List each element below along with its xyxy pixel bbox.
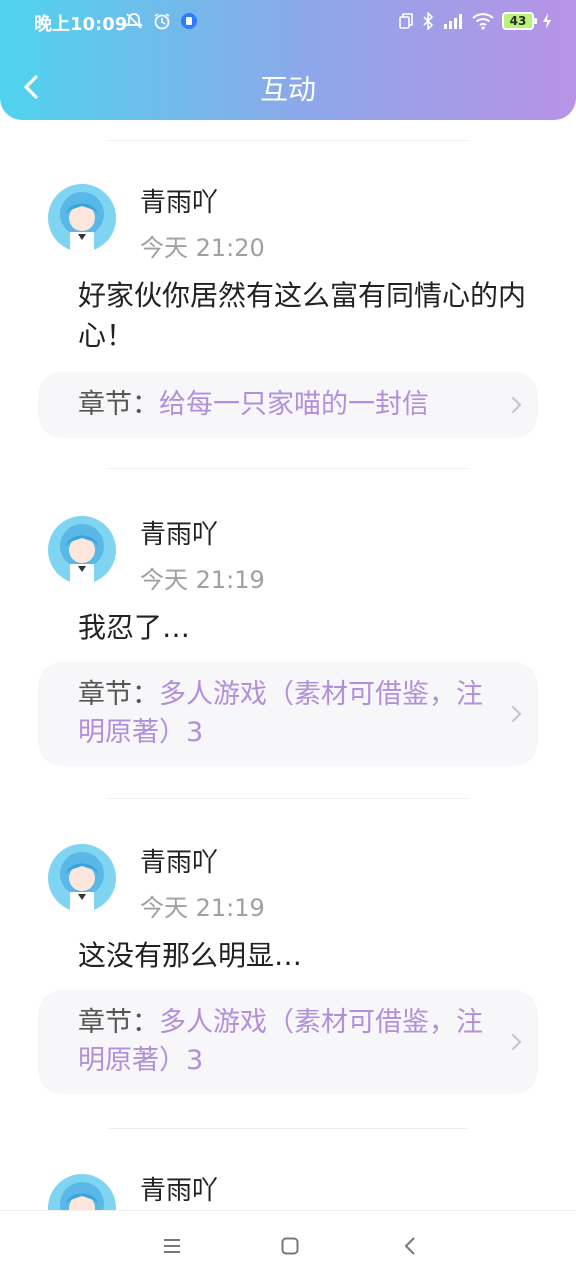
back-nav-button[interactable] bbox=[390, 1231, 430, 1261]
timestamp: 今天 21:19 bbox=[140, 566, 265, 594]
chevron-right-icon bbox=[511, 1033, 522, 1051]
avatar[interactable] bbox=[48, 1174, 116, 1210]
list-item: 青雨吖 今天 21:19 我忍了… 章节：多人游戏（素材可借鉴，注明原著）3 bbox=[0, 468, 576, 798]
timestamp: 今天 21:20 bbox=[140, 234, 265, 262]
app-badge-icon bbox=[180, 10, 198, 32]
divider bbox=[108, 1128, 468, 1129]
avatar[interactable] bbox=[48, 184, 116, 252]
wifi-icon bbox=[472, 10, 494, 32]
username[interactable]: 青雨吖 bbox=[140, 182, 218, 219]
menu-button[interactable] bbox=[152, 1231, 192, 1261]
chapter-link[interactable]: 章节：多人游戏（素材可借鉴，注明原著）3 bbox=[38, 990, 538, 1094]
charging-icon bbox=[542, 10, 552, 32]
username[interactable]: 青雨吖 bbox=[140, 1170, 218, 1207]
divider bbox=[108, 468, 468, 469]
notification-off-icon bbox=[124, 10, 144, 32]
signal-icon bbox=[442, 10, 464, 32]
dual-sim-icon bbox=[398, 10, 414, 32]
back-icon bbox=[404, 1237, 415, 1255]
list-item: 青雨吖 bbox=[0, 1128, 576, 1210]
chapter-label: 章节： bbox=[78, 1007, 159, 1038]
home-square-icon bbox=[281, 1237, 299, 1255]
bluetooth-icon bbox=[422, 10, 434, 32]
username[interactable]: 青雨吖 bbox=[140, 842, 218, 879]
page-title: 互动 bbox=[259, 73, 316, 106]
chapter-label: 章节： bbox=[78, 679, 159, 710]
comment-text: 好家伙你居然有这么富有同情心的内心！ bbox=[78, 279, 527, 352]
chevron-right-icon bbox=[511, 705, 522, 723]
list-item: 青雨吖 今天 21:19 这没有那么明显… 章节：多人游戏（素材可借鉴，注明原著… bbox=[0, 798, 576, 1128]
timestamp: 今天 21:19 bbox=[140, 894, 265, 922]
alarm-icon bbox=[152, 10, 172, 32]
system-nav-bar bbox=[0, 1210, 576, 1280]
home-button[interactable] bbox=[270, 1231, 310, 1261]
header: 晚上10:09 43 互动 bbox=[0, 0, 576, 120]
username[interactable]: 青雨吖 bbox=[140, 514, 218, 551]
comment-text: 这没有那么明显… bbox=[78, 939, 303, 972]
interaction-feed[interactable]: 青雨吖 今天 21:20 好家伙你居然有这么富有同情心的内心！ 章节：给每一只家… bbox=[0, 138, 576, 1210]
status-bar: 晚上10:09 43 bbox=[0, 0, 576, 44]
chevron-right-icon bbox=[511, 396, 522, 414]
status-time: 晚上10:09 bbox=[34, 14, 128, 35]
chapter-label: 章节： bbox=[78, 389, 159, 420]
chapter-link[interactable]: 章节：多人游戏（素材可借鉴，注明原著）3 bbox=[38, 662, 538, 766]
menu-icon bbox=[164, 1239, 180, 1253]
chapter-link[interactable]: 章节：给每一只家喵的一封信 bbox=[38, 372, 538, 438]
chapter-title: 给每一只家喵的一封信 bbox=[159, 389, 429, 420]
list-item: 青雨吖 今天 21:20 好家伙你居然有这么富有同情心的内心！ 章节：给每一只家… bbox=[0, 138, 576, 468]
avatar[interactable] bbox=[48, 844, 116, 912]
divider bbox=[108, 798, 468, 799]
avatar[interactable] bbox=[48, 516, 116, 584]
divider bbox=[108, 140, 468, 141]
battery-icon: 43 bbox=[502, 12, 537, 30]
comment-text: 我忍了… bbox=[78, 611, 191, 644]
